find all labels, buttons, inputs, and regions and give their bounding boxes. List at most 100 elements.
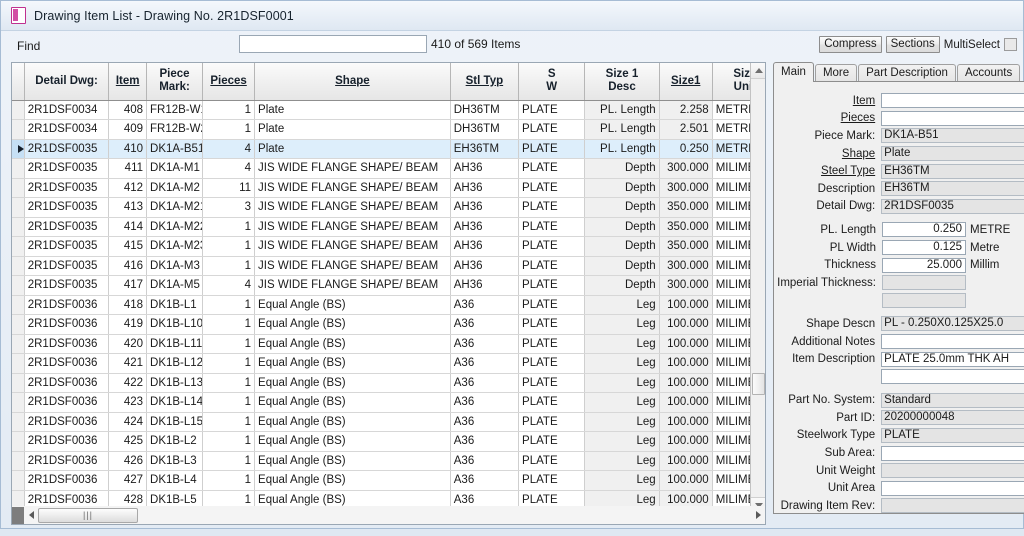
grid-vertical-scrollbar[interactable] (750, 63, 765, 513)
cell-piece-mark[interactable]: FR12B-W21 (146, 119, 204, 140)
cell-item[interactable]: 415 (108, 236, 148, 257)
cell-item[interactable]: 410 (108, 139, 148, 159)
cell-detail-dwg[interactable]: 2R1DSF0035 (24, 139, 110, 159)
cell-shape[interactable]: Equal Angle (BS) (254, 295, 451, 315)
cell-piece-mark[interactable]: DK1A-M5 (146, 275, 204, 296)
cell-pieces[interactable]: 1 (202, 314, 256, 335)
table-row[interactable]: 2R1DSF0035 412 DK1A-M2 11 JIS WIDE FLANGE SH… (12, 178, 765, 198)
cell-stl-typ[interactable]: A36 (450, 295, 520, 315)
cell-size1-desc[interactable]: Depth (584, 178, 660, 198)
cell-pieces[interactable]: 3 (202, 197, 256, 218)
cell-detail-dwg[interactable]: 2R1DSF0034 (24, 119, 110, 140)
cell-shape[interactable]: JIS WIDE FLANGE SHAPE/ BEAM (254, 178, 451, 198)
cell-item[interactable]: 422 (108, 373, 148, 393)
cell-size1-desc[interactable]: PL. Length (584, 100, 660, 120)
multiselect-checkbox[interactable] (1004, 38, 1017, 51)
drawing-items-grid[interactable]: Detail Dwg: Item Piece Mark: Pieces Shap… (11, 62, 766, 514)
field-value-item-description2[interactable] (881, 369, 1024, 385)
cell-detail-dwg[interactable]: 2R1DSF0036 (24, 470, 110, 491)
field-value-item[interactable] (881, 93, 1024, 109)
cell-shape[interactable]: Equal Angle (BS) (254, 412, 451, 432)
cell-sw[interactable]: PLATE (518, 470, 586, 491)
cell-stl-typ[interactable]: A36 (450, 353, 520, 374)
cell-pieces[interactable]: 1 (202, 392, 256, 413)
cell-pieces[interactable]: 1 (202, 412, 256, 432)
cell-size1[interactable]: 350.000 (659, 197, 713, 218)
cell-size1[interactable]: 300.000 (659, 178, 713, 198)
cell-piece-mark[interactable]: DK1A-M21 (146, 197, 204, 218)
table-row[interactable]: 2R1DSF0036 418 DK1B-L1 1 Equal Angle (BS) A36… (12, 295, 765, 315)
row-selector-cell[interactable] (12, 119, 25, 140)
table-row[interactable]: 2R1DSF0036 423 DK1B-L14 1 Equal Angle (BS) A3… (12, 392, 765, 413)
cell-piece-mark[interactable]: DK1B-L4 (146, 470, 204, 491)
cell-shape[interactable]: Equal Angle (BS) (254, 392, 451, 413)
row-selector-cell[interactable] (12, 158, 25, 179)
cell-pieces[interactable]: 1 (202, 353, 256, 374)
cell-sw[interactable]: PLATE (518, 431, 586, 452)
cell-piece-mark[interactable]: DK1A-M23 (146, 236, 204, 257)
cell-stl-typ[interactable]: A36 (450, 392, 520, 413)
cell-shape[interactable]: Equal Angle (BS) (254, 353, 451, 374)
cell-pieces[interactable]: 1 (202, 431, 256, 452)
cell-piece-mark[interactable]: DK1B-L11 (146, 334, 204, 354)
cell-piece-mark[interactable]: FR12B-W11 (146, 100, 204, 120)
cell-stl-typ[interactable]: AH36 (450, 197, 520, 218)
cell-sw[interactable]: PLATE (518, 139, 586, 159)
cell-detail-dwg[interactable]: 2R1DSF0036 (24, 353, 110, 374)
row-selector-cell[interactable] (12, 139, 25, 159)
cell-item[interactable]: 427 (108, 470, 148, 491)
cell-shape[interactable]: Equal Angle (BS) (254, 314, 451, 335)
cell-shape[interactable]: Equal Angle (BS) (254, 431, 451, 452)
cell-sw[interactable]: PLATE (518, 158, 586, 179)
cell-pieces[interactable]: 1 (202, 451, 256, 471)
tab-main[interactable]: Main (773, 62, 814, 82)
cell-stl-typ[interactable]: A36 (450, 451, 520, 471)
table-row[interactable]: 2R1DSF0034408FR12B-W111PlateDH36TMPLATEP… (12, 100, 765, 120)
cell-pieces[interactable]: 11 (202, 178, 256, 198)
cell-stl-typ[interactable]: AH36 (450, 217, 520, 237)
cell-detail-dwg[interactable]: 2R1DSF0035 (24, 197, 110, 218)
column-header-size1-desc[interactable]: Size 1 Desc (584, 63, 660, 101)
row-selector-cell[interactable] (12, 178, 25, 198)
cell-item[interactable]: 409 (108, 119, 148, 140)
tab-part-description[interactable]: Part Description (858, 64, 956, 82)
row-selector-cell[interactable] (12, 373, 25, 393)
column-header-detail-dwg[interactable]: Detail Dwg: (24, 63, 110, 101)
cell-piece-mark[interactable]: DK1A-M2 (146, 178, 204, 198)
table-row[interactable]: 2R1DSF0036 425 DK1B-L2 1 Equal Angle (BS) A36… (12, 431, 765, 452)
cell-item[interactable]: 419 (108, 314, 148, 335)
cell-sw[interactable]: PLATE (518, 334, 586, 354)
field-value-item-description[interactable]: PLATE 25.0mm THK AH (881, 351, 1024, 367)
table-row[interactable]: 2R1DSF0035 417 DK1A-M5 4 JIS WIDE FLANGE SHA… (12, 275, 765, 296)
compress-button[interactable]: Compress (819, 36, 882, 53)
cell-size1[interactable]: 100.000 (659, 392, 713, 413)
cell-sw[interactable]: PLATE (518, 236, 586, 257)
cell-stl-typ[interactable]: AH36 (450, 158, 520, 179)
table-row[interactable]: 2R1DSF0036 424 DK1B-L15 1 Equal Angle (BS) A3… (12, 412, 765, 432)
table-row[interactable]: 2R1DSF0035 414 DK1A-M22 1 JIS WIDE FLANGE SH… (12, 217, 765, 237)
row-selector-cell[interactable] (12, 392, 25, 413)
cell-shape[interactable]: JIS WIDE FLANGE SHAPE/ BEAM (254, 197, 451, 218)
row-selector-cell[interactable] (12, 295, 25, 315)
cell-stl-typ[interactable]: A36 (450, 334, 520, 354)
cell-size1[interactable]: 300.000 (659, 158, 713, 179)
cell-piece-mark[interactable]: DK1B-L3 (146, 451, 204, 471)
cell-size1[interactable]: 2.501 (659, 119, 713, 140)
table-row[interactable]: 2R1DSF0036 420 DK1B-L11 1 Equal Angle (BS) A3… (12, 334, 765, 354)
cell-size1[interactable]: 100.000 (659, 451, 713, 471)
cell-stl-typ[interactable]: EH36TM (450, 139, 520, 159)
grid-horizontal-scrollbar[interactable]: ||| (11, 506, 766, 525)
row-selector-cell[interactable] (12, 197, 25, 218)
cell-stl-typ[interactable]: DH36TM (450, 119, 520, 140)
cell-sw[interactable]: PLATE (518, 256, 586, 276)
cell-size1[interactable]: 0.250 (659, 139, 713, 159)
row-selector-cell[interactable] (12, 217, 25, 237)
table-row[interactable]: 2R1DSF0034409FR12B-W211PlateDH36TMPLATEP… (12, 119, 765, 140)
cell-stl-typ[interactable]: AH36 (450, 178, 520, 198)
cell-pieces[interactable]: 1 (202, 373, 256, 393)
row-selector-cell[interactable] (12, 412, 25, 432)
cell-item[interactable]: 414 (108, 217, 148, 237)
sections-button[interactable]: Sections (885, 36, 940, 53)
cell-size1[interactable]: 100.000 (659, 353, 713, 374)
cell-size1-desc[interactable]: Leg (584, 392, 660, 413)
